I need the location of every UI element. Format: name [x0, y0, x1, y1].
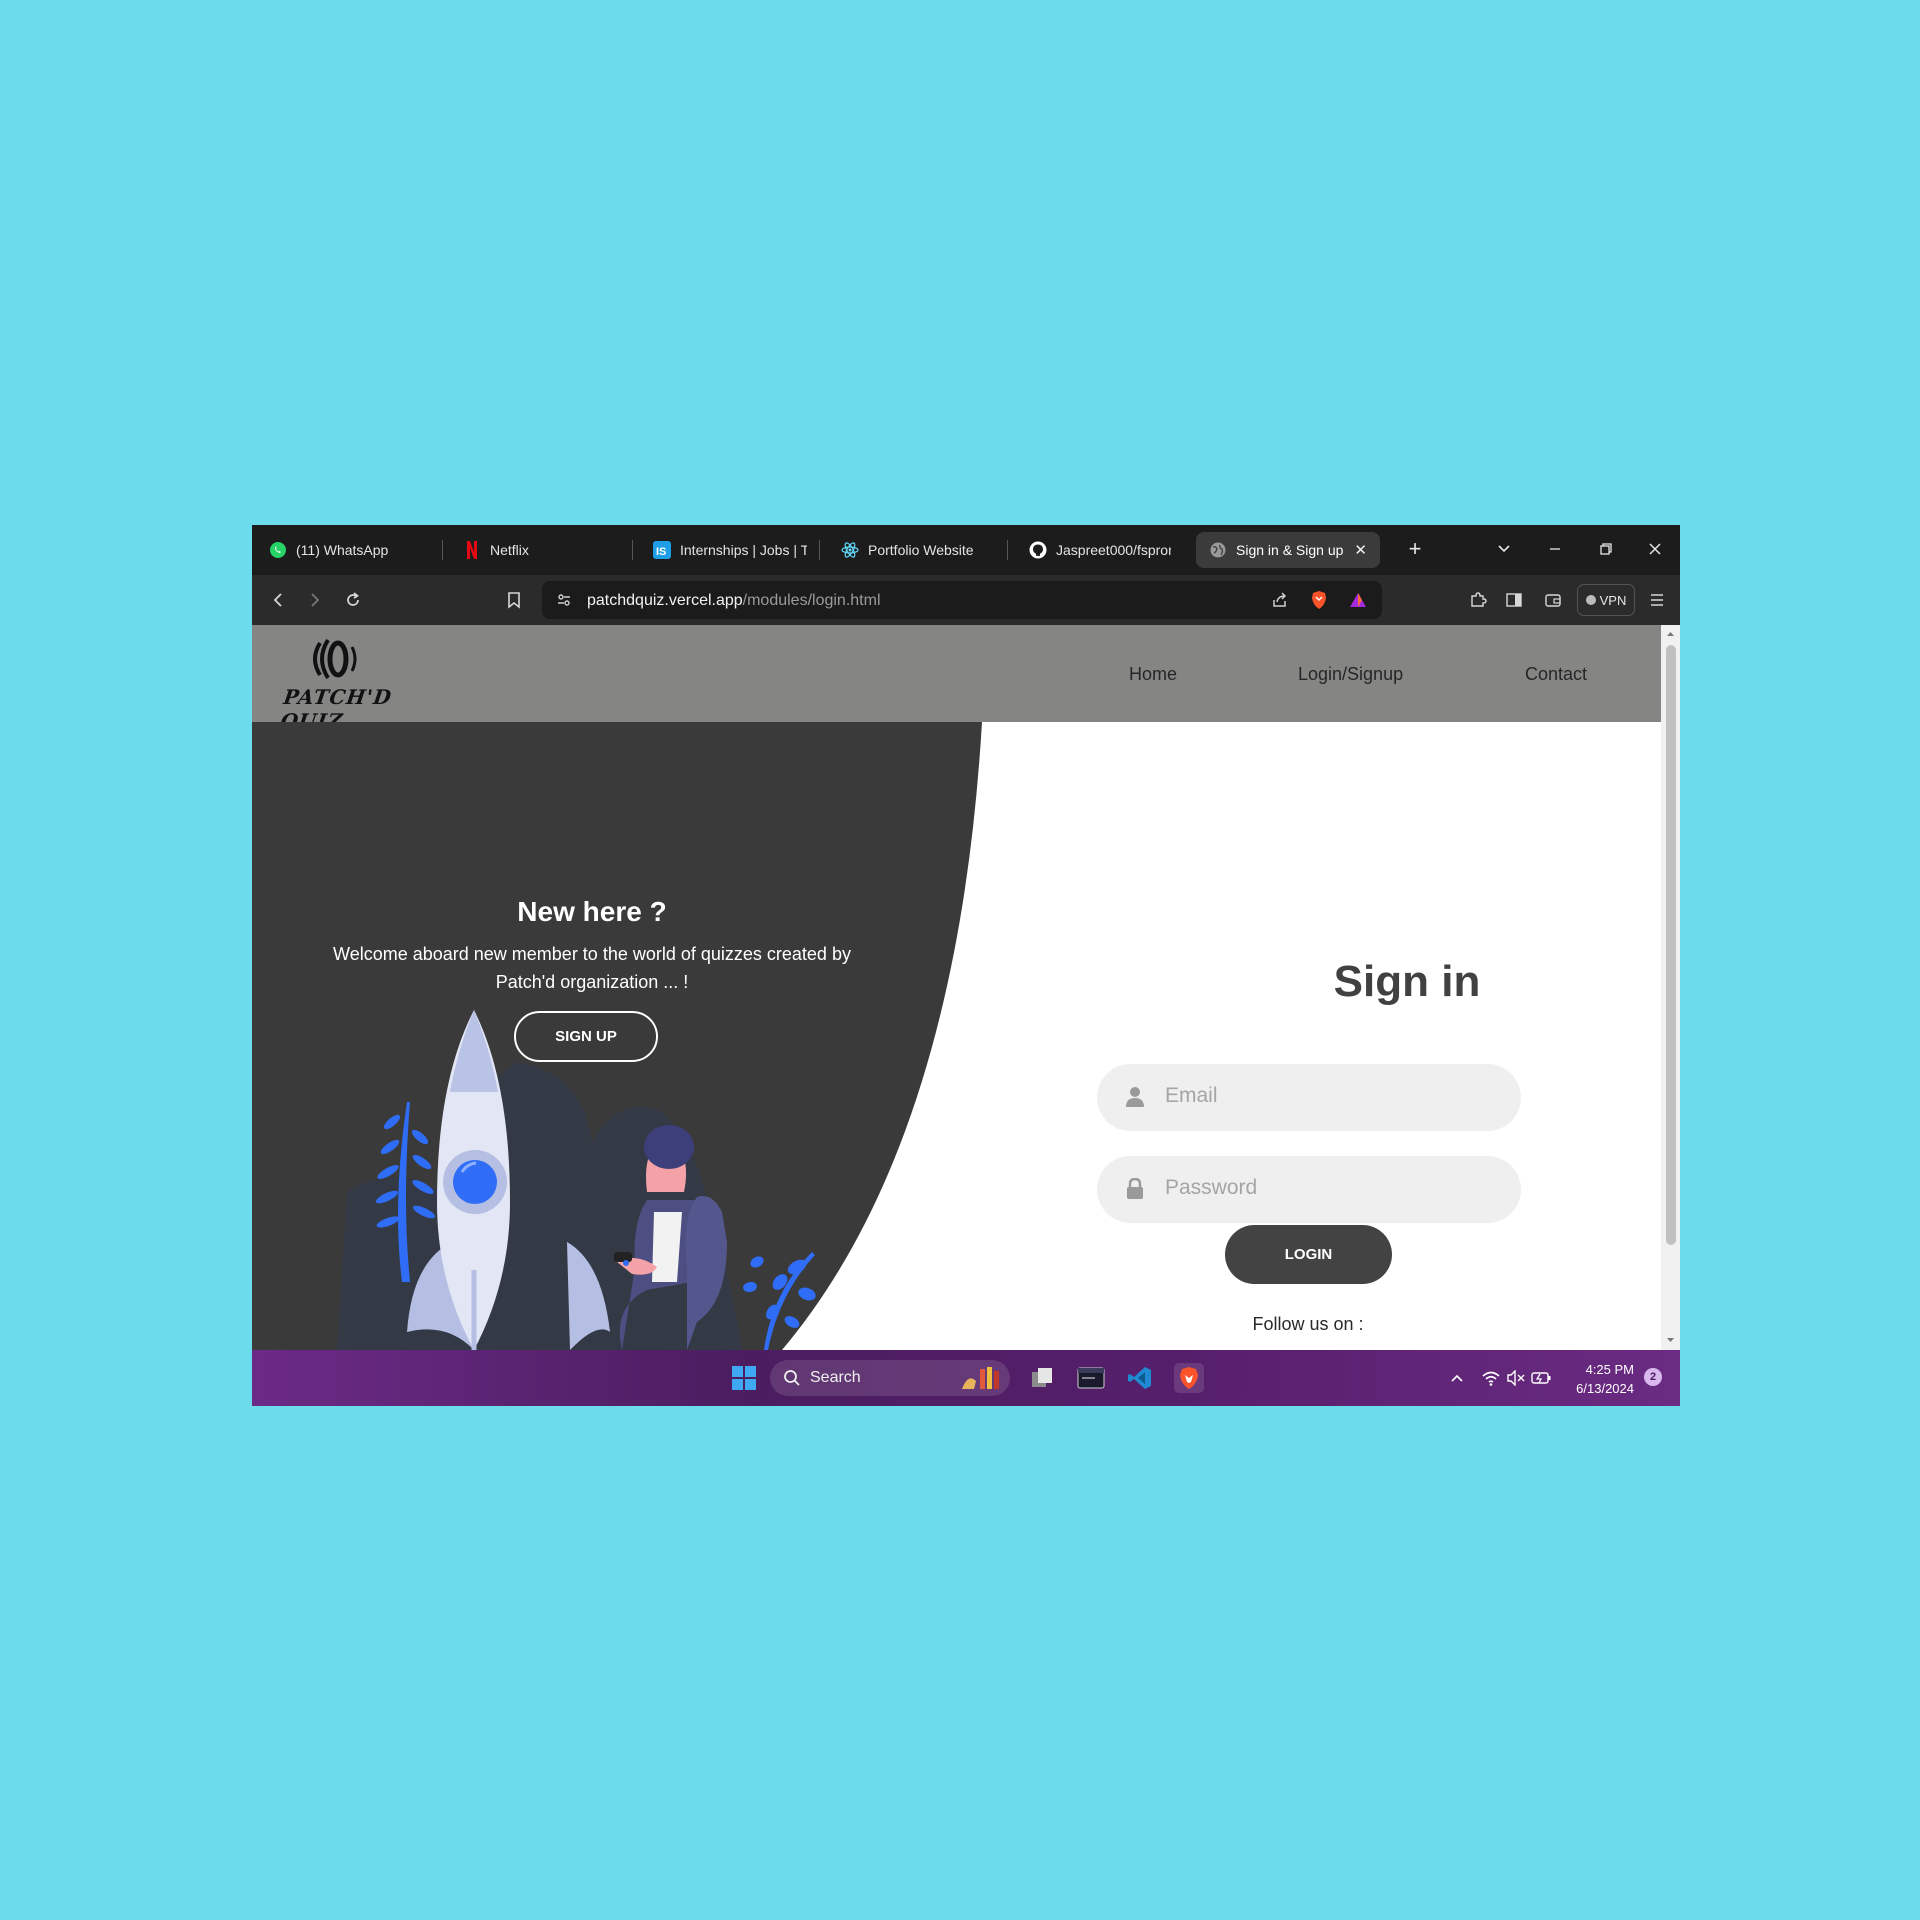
- nav-login-signup[interactable]: Login/Signup: [1298, 664, 1403, 685]
- password-placeholder: Password: [1165, 1176, 1258, 1199]
- whatsapp-icon: [269, 541, 287, 559]
- minimize-icon[interactable]: [1543, 537, 1567, 561]
- tab-separator: [632, 540, 633, 560]
- user-icon: [1125, 1086, 1145, 1108]
- page-viewport: PATCH'D QUIZ Home Login/Signup Contact N…: [252, 625, 1680, 1350]
- clock-time: 4:25 PM: [1585, 1362, 1634, 1377]
- tab-title: Netflix: [490, 542, 529, 558]
- panel-background-illustration: [252, 722, 982, 1350]
- site-navbar: PATCH'D QUIZ Home Login/Signup Contact: [252, 625, 1661, 733]
- reload-icon[interactable]: [341, 588, 365, 612]
- extensions-icon[interactable]: [1466, 588, 1490, 612]
- lock-icon: [1125, 1177, 1145, 1200]
- tab-list-chevron-icon[interactable]: [1492, 537, 1516, 561]
- windows-taskbar: Search 4:25 PM 6/13/2024 2: [252, 1350, 1680, 1406]
- nav-contact[interactable]: Contact: [1525, 664, 1587, 685]
- tab-netflix[interactable]: Netflix: [450, 532, 600, 568]
- tab-title: Sign in & Sign up: [1236, 542, 1344, 558]
- clock-date: 6/13/2024: [1576, 1381, 1634, 1396]
- internshala-icon: IS: [653, 541, 671, 559]
- tab-title: Jaspreet000/fsprom: Q: [1056, 542, 1171, 558]
- welcome-heading: New here ?: [517, 896, 667, 927]
- brave-rewards-icon[interactable]: [1346, 588, 1370, 612]
- tab-title: Portfolio Website: [868, 542, 974, 558]
- github-icon: [1029, 541, 1047, 559]
- vpn-status-icon: [1585, 595, 1596, 605]
- password-field[interactable]: Password: [1097, 1156, 1521, 1223]
- taskbar-clock[interactable]: 4:25 PM 6/13/2024: [1562, 1360, 1634, 1398]
- tab-separator: [819, 540, 820, 560]
- welcome-panel: New here ? Welcome aboard new member to …: [252, 722, 1661, 1350]
- search-label: Search: [810, 1369, 861, 1386]
- brave-shields-icon[interactable]: [1307, 588, 1331, 612]
- back-icon[interactable]: [266, 588, 290, 612]
- battery-charging-icon[interactable]: [1526, 1363, 1556, 1393]
- sidebar-icon[interactable]: [1502, 588, 1526, 612]
- nav-home[interactable]: Home: [1129, 664, 1177, 685]
- taskbar-search[interactable]: Search: [770, 1360, 1010, 1396]
- signin-title: Sign in: [1333, 957, 1481, 1006]
- tab-whatsapp[interactable]: (11) WhatsApp: [256, 532, 406, 568]
- menu-icon[interactable]: [1645, 588, 1669, 612]
- scroll-thumb[interactable]: [1666, 645, 1676, 1245]
- vpn-label: VPN: [1599, 592, 1627, 608]
- vpn-button[interactable]: VPN: [1577, 584, 1635, 616]
- close-window-icon[interactable]: [1643, 537, 1667, 561]
- svg-text:IS: IS: [656, 546, 666, 558]
- tab-portfolio[interactable]: Portfolio Website: [828, 532, 1004, 568]
- tab-title: Internships | Jobs | Trai: [680, 542, 807, 558]
- globe-icon: [1209, 541, 1227, 559]
- tab-separator: [442, 540, 443, 560]
- follow-us-label: Follow us on :: [1252, 1314, 1364, 1334]
- forward-icon[interactable]: [303, 588, 327, 612]
- browser-window: (11) WhatsApp Netflix IS Internships | J…: [252, 525, 1680, 1406]
- bookmark-icon[interactable]: [502, 588, 526, 612]
- login-button[interactable]: LOGIN: [1225, 1225, 1392, 1284]
- notification-badge[interactable]: 2: [1644, 1368, 1662, 1386]
- tab-internshala[interactable]: IS Internships | Jobs | Trai: [640, 532, 820, 568]
- new-tab-icon[interactable]: +: [1403, 536, 1427, 561]
- browser-toolbar: patchdquiz.vercel.app/modules/login.html…: [252, 575, 1680, 625]
- chevron-up-icon[interactable]: [1442, 1363, 1472, 1393]
- share-icon[interactable]: [1268, 588, 1292, 612]
- site-settings-icon[interactable]: [552, 588, 576, 612]
- restore-icon[interactable]: [1594, 537, 1618, 561]
- task-view-icon[interactable]: [1027, 1363, 1057, 1393]
- close-tab-icon[interactable]: ✕: [1354, 541, 1367, 559]
- scroll-down-icon[interactable]: [1661, 1333, 1680, 1347]
- tab-bar: (11) WhatsApp Netflix IS Internships | J…: [252, 525, 1680, 575]
- tab-separator: [1007, 540, 1008, 560]
- search-highlight-icon: [962, 1367, 999, 1389]
- vscode-icon[interactable]: [1125, 1363, 1155, 1393]
- email-placeholder: Email: [1165, 1084, 1218, 1107]
- tab-signin[interactable]: Sign in & Sign up ✕: [1196, 532, 1380, 568]
- address-bar[interactable]: patchdquiz.vercel.app/modules/login.html: [542, 581, 1382, 619]
- scroll-up-icon[interactable]: [1661, 627, 1680, 641]
- windows-start-icon[interactable]: [729, 1363, 759, 1393]
- search-icon: [784, 1370, 800, 1386]
- terminal-app-icon[interactable]: [1076, 1363, 1106, 1393]
- signup-button[interactable]: SIGN UP: [514, 1011, 658, 1062]
- logo-mark-icon: [313, 638, 357, 680]
- netflix-icon: [463, 541, 481, 559]
- patchd-quiz-logo[interactable]: PATCH'D QUIZ: [279, 635, 405, 733]
- tab-github[interactable]: Jaspreet000/fsprom: Q: [1016, 532, 1184, 568]
- welcome-text: New here ? Welcome aboard new member to …: [332, 896, 852, 996]
- brave-browser-icon[interactable]: [1174, 1363, 1204, 1393]
- page-scrollbar[interactable]: [1661, 625, 1680, 1350]
- url-text[interactable]: patchdquiz.vercel.app/modules/login.html: [587, 592, 881, 610]
- react-icon: [841, 541, 859, 559]
- tab-title: (11) WhatsApp: [296, 542, 389, 558]
- email-field[interactable]: Email: [1097, 1064, 1521, 1131]
- welcome-description: Welcome aboard new member to the world o…: [333, 944, 851, 992]
- wallet-icon[interactable]: [1541, 588, 1565, 612]
- url-host: patchdquiz.vercel.app: [587, 592, 743, 609]
- url-path: /modules/login.html: [742, 592, 881, 609]
